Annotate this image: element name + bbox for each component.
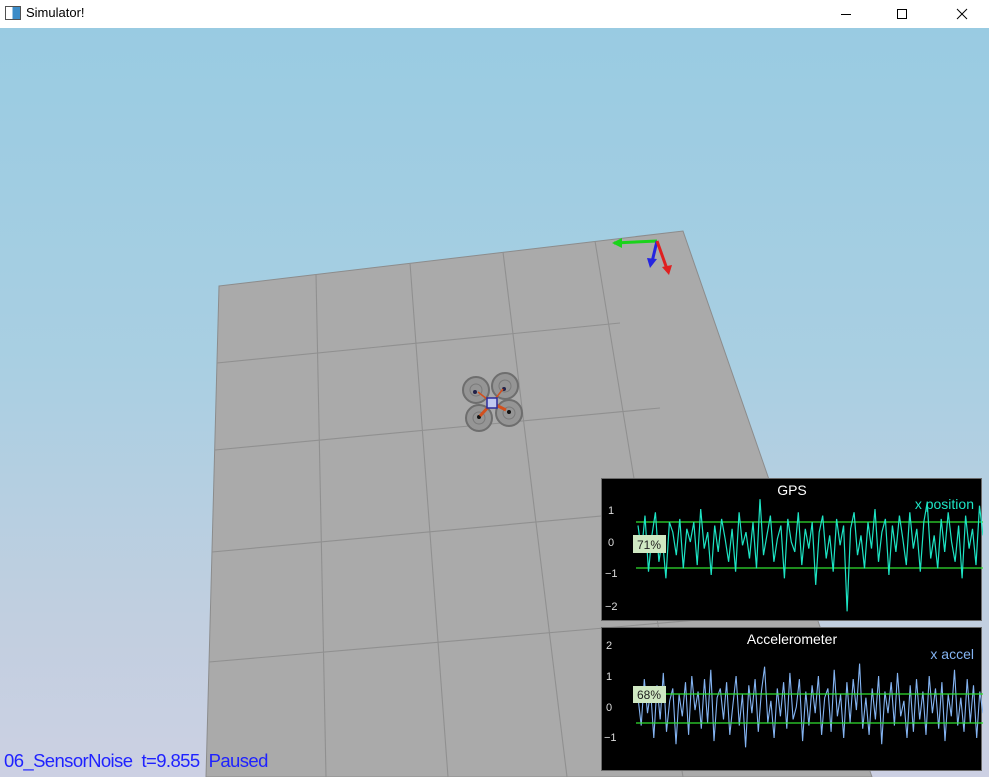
- y-tick-label: 1: [608, 505, 614, 517]
- accel-x-accel-trace: [637, 663, 983, 748]
- accel-plot-title: Accelerometer: [747, 631, 838, 647]
- gps-percent-label: 71%: [637, 538, 661, 552]
- accel-legend-label: x accel: [930, 646, 974, 662]
- close-icon: [956, 8, 968, 20]
- gps-plot-svg: GPS x position 1 0 −1 −2 71%: [605, 482, 983, 613]
- sim-time: t=9.855: [141, 750, 200, 771]
- gps-x-position-trace: [637, 499, 983, 612]
- app-icon: [5, 6, 21, 20]
- rotor: [491, 372, 519, 400]
- title-bar: Simulator!: [0, 0, 989, 28]
- gps-plot: GPS x position 1 0 −1 −2 71%: [601, 478, 983, 621]
- y-tick-label: 2: [606, 640, 612, 652]
- gps-legend-label: x position: [915, 496, 974, 512]
- maximize-icon: [897, 9, 907, 19]
- accel-plot-svg: Accelerometer x accel 2 1 0 −1 68%: [604, 631, 983, 748]
- rotor: [495, 399, 523, 427]
- y-tick-label: −1: [604, 732, 617, 744]
- y-tick-label: −2: [605, 601, 618, 613]
- simulator-viewport[interactable]: 06_SensorNoise t=9.855 Paused GPS x posi…: [0, 28, 989, 777]
- maximize-button[interactable]: [879, 0, 925, 28]
- window-title: Simulator!: [26, 5, 85, 20]
- minimize-button[interactable]: [823, 0, 869, 28]
- y-tick-label: 1: [606, 671, 612, 683]
- y-tick-label: 0: [608, 537, 614, 549]
- accel-y-axis: 2 1 0 −1: [604, 640, 617, 744]
- status-line: 06_SensorNoise t=9.855 Paused: [4, 750, 268, 772]
- sim-state: Paused: [208, 750, 269, 771]
- y-tick-label: −1: [605, 568, 618, 580]
- minimize-icon: [841, 14, 851, 15]
- gps-y-axis: 1 0 −1 −2: [605, 505, 618, 613]
- accelerometer-plot: Accelerometer x accel 2 1 0 −1 68%: [601, 627, 983, 771]
- accel-percent-label: 68%: [637, 688, 661, 702]
- close-button[interactable]: [939, 0, 985, 28]
- scenario-name: 06_SensorNoise: [4, 750, 133, 771]
- rotor: [462, 376, 490, 404]
- gps-plot-title: GPS: [777, 482, 807, 498]
- y-tick-label: 0: [606, 702, 612, 714]
